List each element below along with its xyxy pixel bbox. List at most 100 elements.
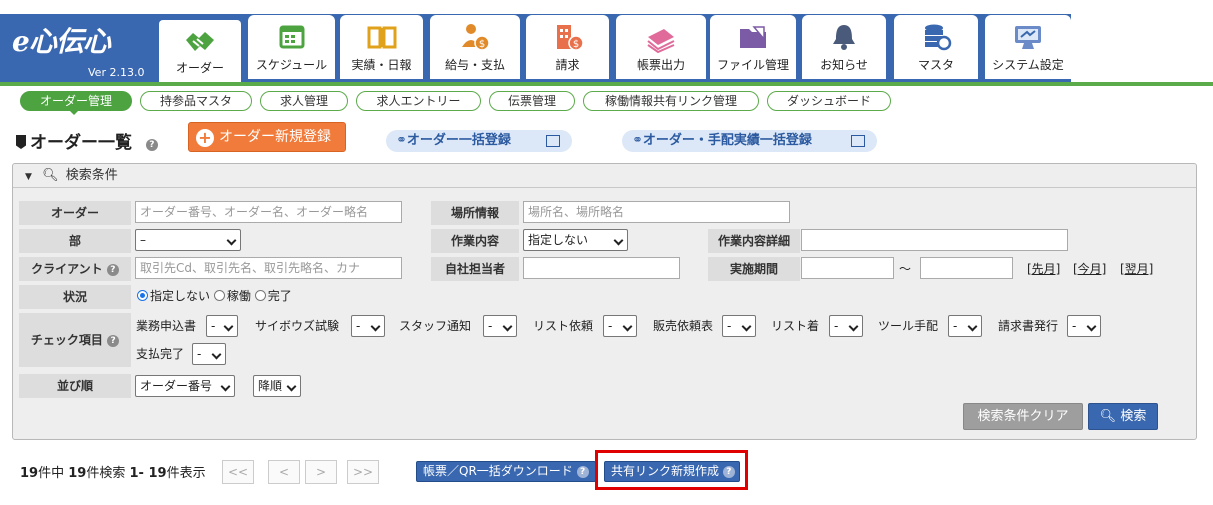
pager-last-button[interactable]: >> (347, 460, 379, 484)
search-button[interactable]: 🔍︎ 検索 (1088, 403, 1158, 430)
place-search-input[interactable]: 場所名、場所略名 (523, 201, 790, 223)
new-order-button[interactable]: + オーダー新規登録 (188, 122, 346, 152)
svg-text:$: $ (572, 39, 578, 50)
result-count: 19件中 19件検索 1- 19件表示 (20, 462, 206, 481)
label-status: 状況 (19, 285, 131, 309)
label-work: 作業内容 (431, 229, 519, 253)
bulk-order-register-link[interactable]: ⚭オーダー一括登録 (386, 130, 572, 152)
pager-next-button[interactable]: > (305, 460, 337, 484)
tab-label: 帳票出力 (636, 58, 685, 72)
check-select[interactable]: - (483, 315, 517, 337)
pager-first-button[interactable]: << (222, 460, 254, 484)
tab-label: オーダー (175, 61, 224, 75)
last-month-text: [先月] (1027, 262, 1061, 276)
tab-order[interactable]: オーダー (157, 18, 243, 82)
external-link-icon (851, 135, 865, 147)
tab-label: 実績・日報 (351, 58, 412, 72)
clear-search-button[interactable]: 検索条件クリア (963, 403, 1083, 430)
label-client: クライアント ? (19, 257, 131, 281)
sort-field-select[interactable]: オーダー番号 (135, 375, 235, 397)
dept-select[interactable]: – (135, 229, 241, 251)
total-count: 19 (20, 466, 39, 481)
bulk-download-label: 帳票／QR一括ダウンロード (423, 464, 573, 478)
label-client-text: クライアント (31, 262, 103, 276)
status-radio-active[interactable]: 稼働 (213, 289, 251, 303)
status-radio-group: 指定しない 稼働 完了 (137, 285, 292, 307)
check-select[interactable]: - (603, 315, 637, 337)
tab-invoice[interactable]: $ 請求 (526, 15, 609, 79)
help-icon[interactable]: ? (576, 466, 589, 478)
work-detail-input[interactable] (801, 229, 1068, 251)
next-month-text: [翌月] (1120, 262, 1154, 276)
new-order-label: オーダー新規登録 (219, 129, 331, 145)
tab-schedule[interactable]: スケジュール (248, 15, 335, 79)
search-panel-title: 検索条件 (65, 168, 118, 183)
status-radio-none[interactable]: 指定しない (137, 289, 210, 303)
found-count: 19 (68, 466, 87, 481)
check-label: 販売依頼表 (653, 319, 714, 333)
bulk-order-label: オーダー一括登録 (406, 133, 511, 148)
check-label: リスト依頼 (533, 319, 594, 333)
subtab-dashboard[interactable]: ダッシュボード (767, 91, 891, 111)
radio-icon (137, 290, 148, 301)
status-option-label: 完了 (267, 289, 292, 303)
label-order: オーダー (19, 201, 131, 225)
this-month-link[interactable]: [今月] (1073, 258, 1106, 280)
tab-master[interactable]: マスタ (894, 15, 978, 79)
tab-label: スケジュール (255, 58, 328, 72)
version-label: Ver 2.13.0 (88, 66, 145, 79)
tab-payroll[interactable]: $ 給与・支払 (430, 15, 520, 79)
this-month-text: [今月] (1073, 262, 1107, 276)
check-select[interactable]: - (948, 315, 982, 337)
pager-prev-button[interactable]: < (268, 460, 300, 484)
client-search-input[interactable]: 取引先Cd、取引先名、取引先略名、カナ (135, 257, 402, 279)
subtab-share-link-management[interactable]: 稼働情報共有リンク管理 (583, 91, 759, 111)
status-radio-done[interactable]: 完了 (254, 289, 292, 303)
help-icon[interactable]: ? (107, 335, 120, 347)
label-dept: 部 (19, 229, 131, 253)
display-range: 1- 19 (129, 466, 167, 481)
check-label: スタッフ通知 (399, 319, 472, 333)
check-label: サイボウズ試験 (255, 319, 340, 333)
tab-reports[interactable]: 帳票出力 (616, 15, 706, 79)
check-select[interactable]: - (722, 315, 756, 337)
next-month-link[interactable]: [翌月] (1120, 258, 1153, 280)
check-select[interactable]: - (192, 343, 226, 365)
last-month-link[interactable]: [先月] (1027, 258, 1060, 280)
tab-system-settings[interactable]: システム設定 (985, 15, 1071, 79)
label-check-items-text: チェック項目 (30, 333, 103, 347)
help-icon[interactable]: ? (145, 139, 158, 151)
check-select[interactable]: - (351, 315, 385, 337)
bulk-order-arrange-register-link[interactable]: ⚭オーダー・手配実績一括登録 (622, 130, 877, 152)
tab-label: お知らせ (820, 58, 868, 72)
search-button-label: 検索 (1120, 409, 1147, 424)
subtab-job-management[interactable]: 求人管理 (260, 91, 348, 111)
found-suffix: 件検索 (86, 466, 126, 481)
tab-label: ファイル管理 (716, 58, 789, 72)
check-select[interactable]: - (206, 315, 238, 337)
tab-files[interactable]: ファイル管理 (710, 15, 796, 79)
search-panel: ▼ 🔍︎ 検索条件 オーダー オーダー番号、オーダー名、オーダー略名 場所情報 … (12, 163, 1197, 440)
subtab-carry-items-master[interactable]: 持参品マスタ (140, 91, 252, 111)
period-start-input[interactable] (801, 257, 894, 279)
work-select[interactable]: 指定しない (523, 229, 628, 251)
check-select[interactable]: - (829, 315, 863, 337)
staff-input[interactable] (523, 257, 680, 279)
tab-notices[interactable]: お知らせ (802, 15, 886, 79)
subtab-job-entry[interactable]: 求人エントリー (356, 91, 481, 111)
search-panel-header[interactable]: ▼ 🔍︎ 検索条件 (13, 164, 1196, 188)
tab-label: マスタ (917, 58, 954, 72)
order-search-input[interactable]: オーダー番号、オーダー名、オーダー略名 (135, 201, 402, 223)
sort-order-select[interactable]: 降順 (253, 375, 301, 397)
sub-navigation: オーダー管理 持参品マスタ 求人管理 求人エントリー 伝票管理 稼働情報共有リン… (0, 82, 1213, 111)
app-logo[interactable]: e心伝心 Ver 2.13.0 (8, 18, 153, 80)
check-select[interactable]: - (1067, 315, 1101, 337)
help-icon[interactable]: ? (106, 264, 119, 276)
svg-text:$: $ (479, 39, 485, 50)
subtab-slip-management[interactable]: 伝票管理 (489, 91, 575, 111)
period-end-input[interactable] (920, 257, 1013, 279)
bulk-download-button[interactable]: 帳票／QR一括ダウンロード ? (416, 461, 596, 482)
tab-results[interactable]: 実績・日報 (340, 15, 423, 79)
building-invoice-icon: $ (556, 25, 584, 51)
payroll-person-icon: $ (462, 24, 490, 51)
